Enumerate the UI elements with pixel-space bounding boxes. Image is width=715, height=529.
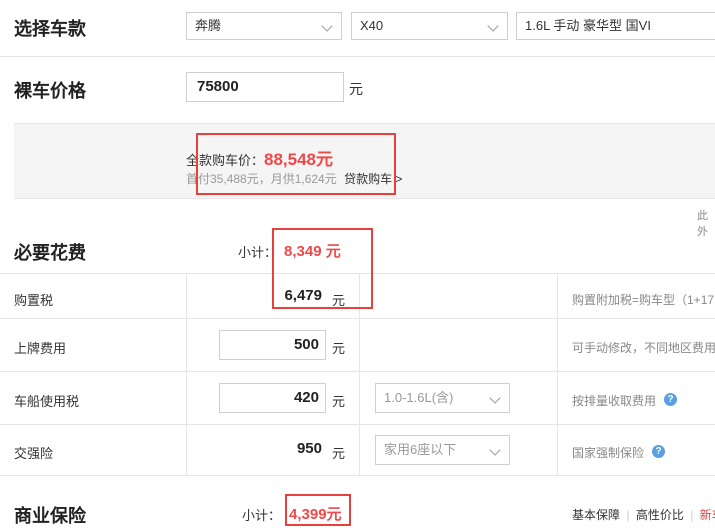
tab-new-car[interactable]: 新车 bbox=[700, 508, 715, 522]
purchase-tax-label: 购置税 bbox=[14, 293, 54, 308]
plate-fee-value: 500 bbox=[293, 336, 319, 353]
series-select[interactable]: X40 bbox=[351, 12, 508, 40]
required-title: 必要花费 bbox=[14, 243, 86, 263]
bare-price-unit: 元 bbox=[349, 81, 363, 97]
divider bbox=[0, 475, 715, 476]
highlight-box bbox=[196, 133, 396, 195]
vehicle-tax-unit: 元 bbox=[332, 394, 346, 409]
compulsory-insurance-value: 950 bbox=[296, 440, 322, 457]
bare-price-value: 75800 bbox=[197, 78, 239, 95]
column-divider bbox=[557, 273, 558, 476]
bare-price-title: 裸车价格 bbox=[14, 81, 86, 101]
vehicle-tax-label: 车船使用税 bbox=[14, 394, 80, 409]
divider bbox=[0, 318, 715, 319]
tab-separator: | bbox=[626, 508, 630, 522]
question-circle-icon[interactable]: ? bbox=[652, 445, 665, 458]
plate-fee-input[interactable]: 500 bbox=[219, 330, 326, 360]
seat-type-select[interactable]: 家用6座以下 bbox=[375, 435, 510, 465]
displacement-select-value: 1.0-1.6L(含) bbox=[384, 390, 454, 405]
chevron-down-icon bbox=[321, 20, 333, 32]
brand-select[interactable]: 奔腾 bbox=[186, 12, 342, 40]
select-model-title: 选择车款 bbox=[14, 19, 86, 39]
highlight-box bbox=[285, 494, 351, 526]
seat-type-select-value: 家用6座以下 bbox=[384, 442, 457, 457]
compulsory-insurance-label: 交强险 bbox=[14, 446, 54, 461]
vehicle-tax-note: 按排量收取费用 bbox=[572, 394, 657, 408]
insurance-title: 商业保险 bbox=[14, 506, 86, 526]
chevron-down-icon bbox=[489, 444, 501, 456]
tab-separator: | bbox=[690, 508, 694, 522]
highlight-box bbox=[272, 228, 373, 309]
vehicle-tax-value: 420 bbox=[293, 389, 319, 406]
trim-select-value: 1.6L 手动 豪华型 国VI bbox=[525, 18, 651, 33]
purchase-tax-note: 购置附加税=购车型（1+17 bbox=[572, 293, 715, 307]
insurance-subtotal-label: 小计： bbox=[242, 508, 282, 523]
divider bbox=[0, 56, 715, 57]
tab-basic[interactable]: 基本保障 bbox=[572, 508, 620, 522]
compulsory-insurance-note: 国家强制保险 bbox=[572, 446, 645, 460]
displacement-select[interactable]: 1.0-1.6L(含) bbox=[375, 383, 510, 413]
chevron-down-icon bbox=[487, 20, 499, 32]
compulsory-insurance-unit: 元 bbox=[332, 446, 346, 461]
trim-select[interactable]: 1.6L 手动 豪华型 国VI bbox=[516, 12, 715, 40]
bare-price-input[interactable]: 75800 bbox=[186, 72, 344, 102]
chevron-down-icon bbox=[489, 392, 501, 404]
vehicle-tax-input[interactable]: 420 bbox=[219, 383, 326, 413]
question-circle-icon[interactable]: ? bbox=[664, 393, 677, 406]
brand-select-value: 奔腾 bbox=[195, 18, 222, 33]
tab-value[interactable]: 高性价比 bbox=[636, 508, 684, 522]
insurance-plan-tabs: 基本保障 | 高性价比 | 新车 bbox=[572, 506, 715, 523]
plate-fee-label: 上牌费用 bbox=[14, 341, 67, 356]
extra-note: 此外 bbox=[697, 210, 708, 238]
divider bbox=[0, 371, 715, 372]
plate-fee-note: 可手动修改，不同地区费用 bbox=[572, 341, 715, 355]
series-select-value: X40 bbox=[360, 18, 384, 33]
column-divider bbox=[186, 273, 187, 476]
divider bbox=[0, 424, 715, 425]
plate-fee-unit: 元 bbox=[332, 341, 346, 356]
